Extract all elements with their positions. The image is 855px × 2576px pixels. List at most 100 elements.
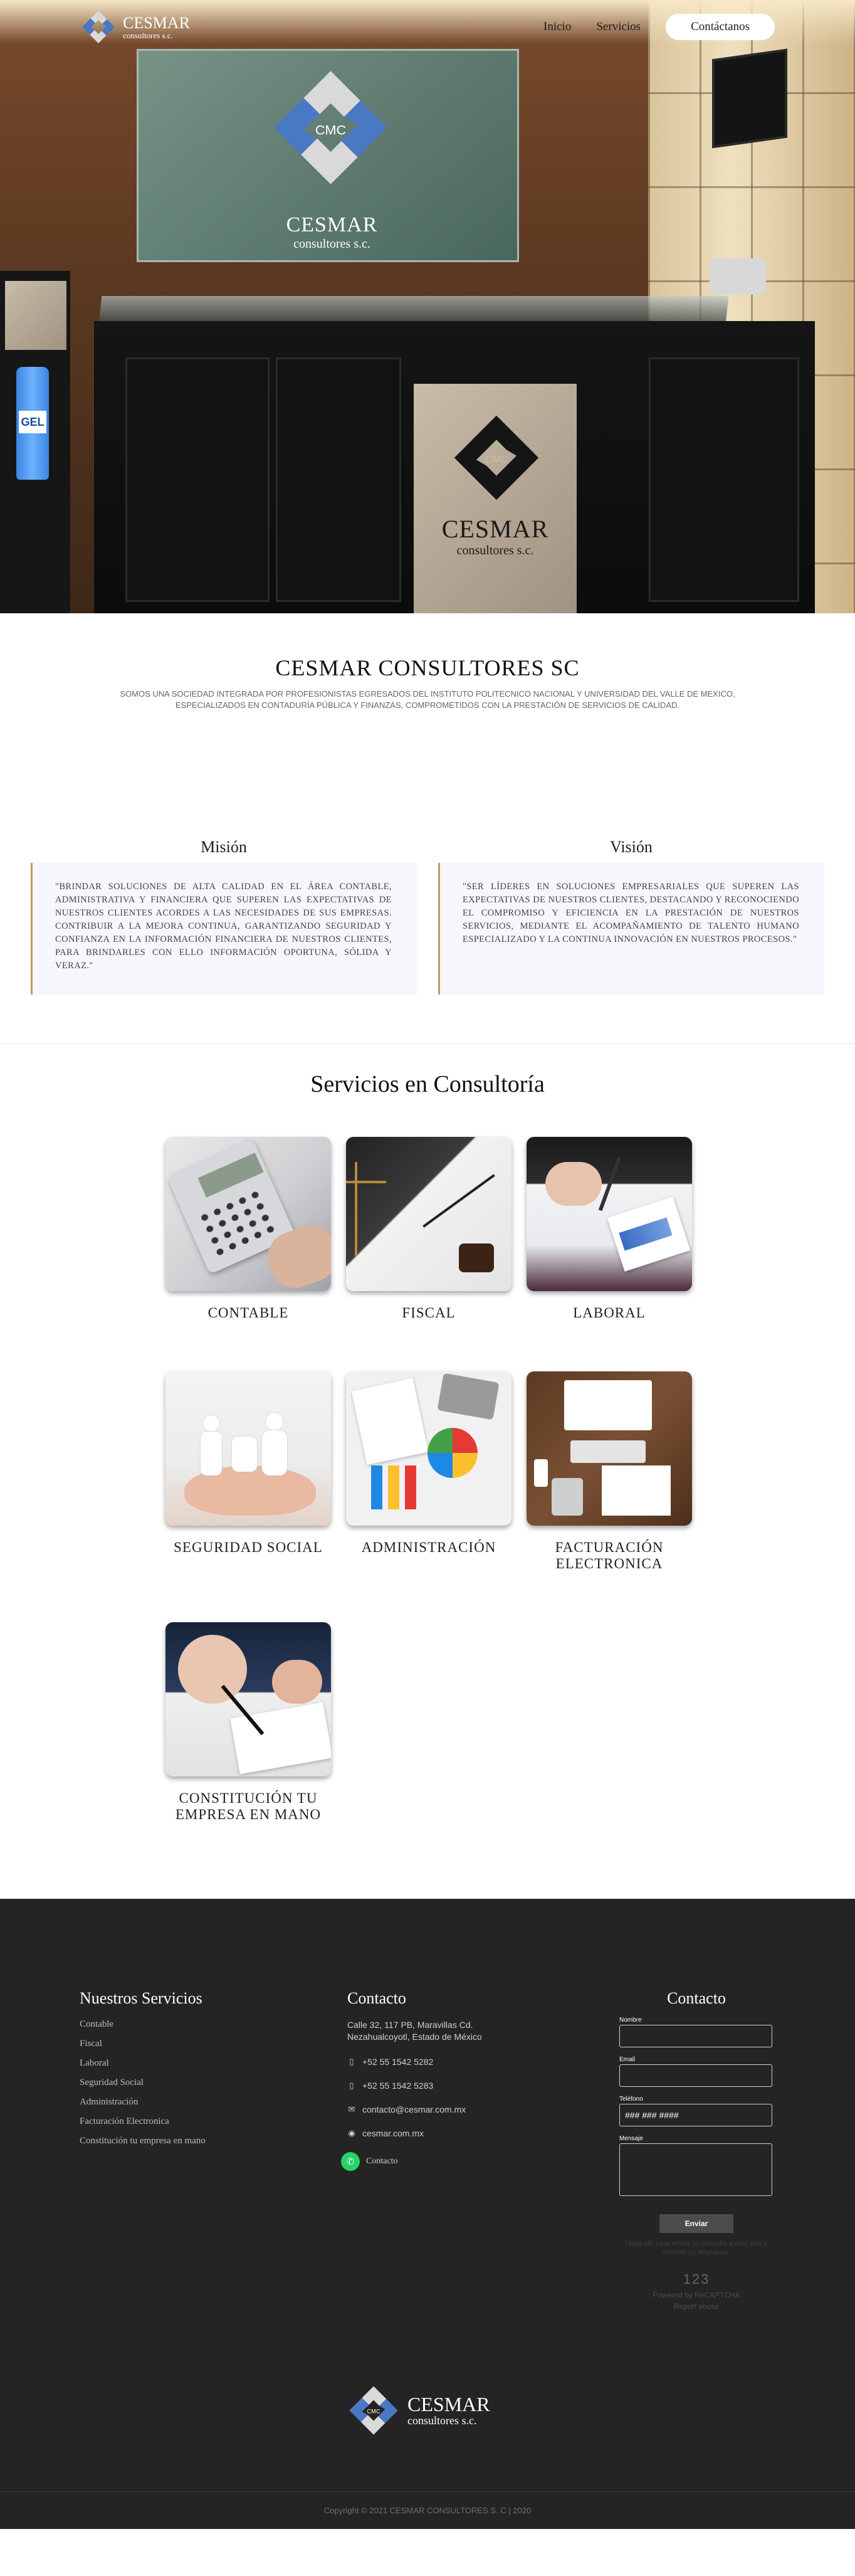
contact-form-title: Contacto: [667, 1989, 726, 2007]
phone-field[interactable]: [619, 2104, 772, 2126]
service-label: ADMINISTRACIÓN: [361, 1539, 496, 1555]
hero-sign-subtitle: consultores s.c.: [293, 237, 370, 251]
service-label: LABORAL: [573, 1305, 646, 1321]
footer-link-administracion[interactable]: Administración: [80, 2097, 206, 2108]
copyright: Copyright © 2021 CESMAR CONSULTORES S. C…: [0, 2491, 855, 2529]
vision-block: Visión "SER LÍDERES EN SOLUCIONES EMPRES…: [438, 838, 824, 1011]
cmc-logo-icon: CMC: [274, 71, 387, 184]
nav-link-servicios[interactable]: Servicios: [596, 20, 641, 34]
form-hint: Haga clic para enviar su consulta a este…: [625, 2240, 768, 2257]
office-desk-photo-icon: [527, 1371, 692, 1526]
calculator-photo-icon: [165, 1137, 331, 1291]
svg-text:CMC: CMC: [367, 2409, 380, 2415]
cmc-logo-icon: CMC: [349, 2386, 398, 2435]
footer: Nuestros Servicios Contable Fiscal Labor…: [0, 1899, 855, 2529]
footer-services: Nuestros Servicios Contable Fiscal Labor…: [80, 1989, 206, 2155]
footer-logo[interactable]: CMC CESMAR consultores s.c.: [345, 2382, 490, 2439]
email-field[interactable]: [619, 2064, 772, 2087]
name-field[interactable]: [619, 2025, 772, 2047]
hero-sign-title: CESMAR: [286, 213, 378, 236]
hero-desk-panel: [125, 357, 270, 602]
hero-sign-text: CESMAR consultores s.c.: [265, 213, 399, 251]
name-label: Nombre: [619, 2017, 642, 2024]
service-card-contable[interactable]: CONTABLE: [165, 1137, 331, 1321]
footer-services-list: Contable Fiscal Laboral Seguridad Social…: [80, 2019, 206, 2146]
footer-whatsapp[interactable]: ✆ Contacto: [341, 2151, 535, 2171]
whatsapp-icon: ✆: [341, 2151, 360, 2171]
mission-vision-section: Misión "BRINDAR SOLUCIONES DE ALTA CALID…: [0, 838, 855, 1011]
signing-contract-photo-icon: [165, 1622, 331, 1776]
service-card-seguridad-social[interactable]: SEGURIDAD SOCIAL: [165, 1371, 331, 1556]
footer-logo-text: CESMAR consultores s.c.: [407, 2392, 490, 2427]
footer-contact-title: Contacto: [347, 1989, 406, 2007]
send-button[interactable]: Enviar: [659, 2214, 733, 2233]
footer-services-title: Nuestros Servicios: [80, 1989, 202, 2007]
footer-link-contable[interactable]: Contable: [80, 2019, 206, 2030]
hero-tv: [712, 48, 787, 149]
hero-desk-phone: [710, 258, 766, 295]
charts-desk-photo-icon: [346, 1371, 511, 1526]
vision-title: Visión: [610, 838, 653, 856]
footer-phone-2[interactable]: ▯ +52 55 1542 5283: [347, 2081, 535, 2091]
nav-link-inicio[interactable]: Inicio: [543, 20, 571, 34]
service-label: SEGURIDAD SOCIAL: [174, 1539, 323, 1555]
service-card-administracion[interactable]: ADMINISTRACIÓN: [346, 1371, 511, 1556]
hero-gel-bottle: GEL: [16, 367, 49, 480]
globe-icon: ◉: [348, 2128, 355, 2138]
service-label: CONTABLE: [207, 1305, 289, 1321]
services-title: Servicios en Consultoría: [310, 1071, 545, 1097]
message-field[interactable]: [619, 2143, 772, 2196]
nav-contact-button[interactable]: Contáctanos: [666, 14, 775, 40]
footer-link-fiscal[interactable]: Fiscal: [80, 2039, 206, 2049]
about-description: SOMOS UNA SOCIEDAD INTEGRADA POR PROFESI…: [120, 689, 735, 710]
footer-website[interactable]: ◉ cesmar.com.mx: [347, 2128, 535, 2138]
service-card-constitucion-empresa[interactable]: CONSTITUCIÓN TU EMPRESA EN MANO: [165, 1622, 331, 1824]
cmc-logo-icon: [81, 10, 115, 44]
mission-title: Misión: [201, 838, 247, 856]
about-title: CESMAR CONSULTORES SC: [275, 655, 580, 680]
service-card-fiscal[interactable]: FISCAL: [346, 1137, 511, 1321]
law-scale-photo-icon: [346, 1137, 511, 1291]
message-label: Mensaje: [619, 2135, 643, 2142]
footer-link-facturacion[interactable]: Facturación Electronica: [80, 2116, 206, 2127]
mail-icon: ✉: [348, 2104, 355, 2114]
services-section: Servicios en Consultoría CONTABLE FISCAL: [0, 1044, 855, 1899]
nav-logo-text: CESMAR consultores s.c.: [123, 13, 190, 40]
service-label: FISCAL: [402, 1305, 456, 1321]
contact-form: Contacto Nombre Email Teléfono Mensaje E…: [619, 1989, 774, 2312]
service-label: CONSTITUCIÓN TU EMPRESA EN MANO: [175, 1790, 322, 1823]
cmc-plaque-logo-icon: CMC: [454, 415, 539, 500]
hero-desk-panel: [276, 357, 401, 602]
footer-link-laboral[interactable]: Laboral: [80, 2058, 206, 2069]
service-label: FACTURACIÓN ELECTRONICA: [555, 1539, 664, 1572]
footer-email[interactable]: ✉ contacto@cesmar.com.mx: [347, 2104, 535, 2114]
hero-left-plaque: [5, 281, 66, 350]
footer-link-constitucion[interactable]: Constitución tu empresa en mano: [80, 2136, 206, 2146]
nav-logo[interactable]: CESMAR consultores s.c.: [79, 8, 190, 46]
phone-icon: ▯: [349, 2080, 354, 2090]
mission-text: "BRINDAR SOLUCIONES DE ALTA CALIDAD EN E…: [31, 863, 417, 995]
about-section: CESMAR CONSULTORES SC SOMOS UNA SOCIEDAD…: [0, 613, 855, 806]
phone-icon: ▯: [349, 2056, 354, 2066]
recaptcha-badge[interactable]: 123 Powered by ReCAPTCHA Report abuse: [619, 2269, 774, 2312]
footer-contact: Contacto Calle 32, 117 PB, Maravillas Cd…: [341, 1989, 535, 2171]
hero-desk-top: [98, 296, 729, 324]
svg-text:CMC: CMC: [485, 455, 508, 465]
svg-text:CMC: CMC: [315, 122, 346, 137]
hero-plaque-text: CESMAR consultores s.c.: [441, 515, 549, 557]
footer-address: Calle 32, 117 PB, Maravillas Cd. Nezahua…: [347, 2020, 482, 2042]
footer-phone-1[interactable]: ▯ +52 55 1542 5282: [347, 2057, 535, 2067]
hero-section: CMC CESMAR consultores s.c. CMC CESMAR c…: [0, 0, 855, 613]
nav-menu: Inicio Servicios Contáctanos: [543, 14, 775, 40]
service-card-facturacion-electronica[interactable]: FACTURACIÓN ELECTRONICA: [527, 1371, 692, 1573]
handshake-documents-photo-icon: [527, 1137, 692, 1291]
vision-text: "SER LÍDERES EN SOLUCIONES EMPRESARIALES…: [438, 863, 824, 995]
phone-label: Teléfono: [619, 2096, 643, 2103]
email-label: Email: [619, 2056, 636, 2063]
service-card-laboral[interactable]: LABORAL: [527, 1137, 692, 1321]
family-hands-photo-icon: [165, 1371, 331, 1526]
mission-block: Misión "BRINDAR SOLUCIONES DE ALTA CALID…: [31, 838, 417, 1011]
footer-link-seguridad-social[interactable]: Seguridad Social: [80, 2077, 206, 2088]
recaptcha-icon: 123: [683, 2271, 710, 2287]
top-navbar: CESMAR consultores s.c. Inicio Servicios…: [0, 0, 855, 54]
